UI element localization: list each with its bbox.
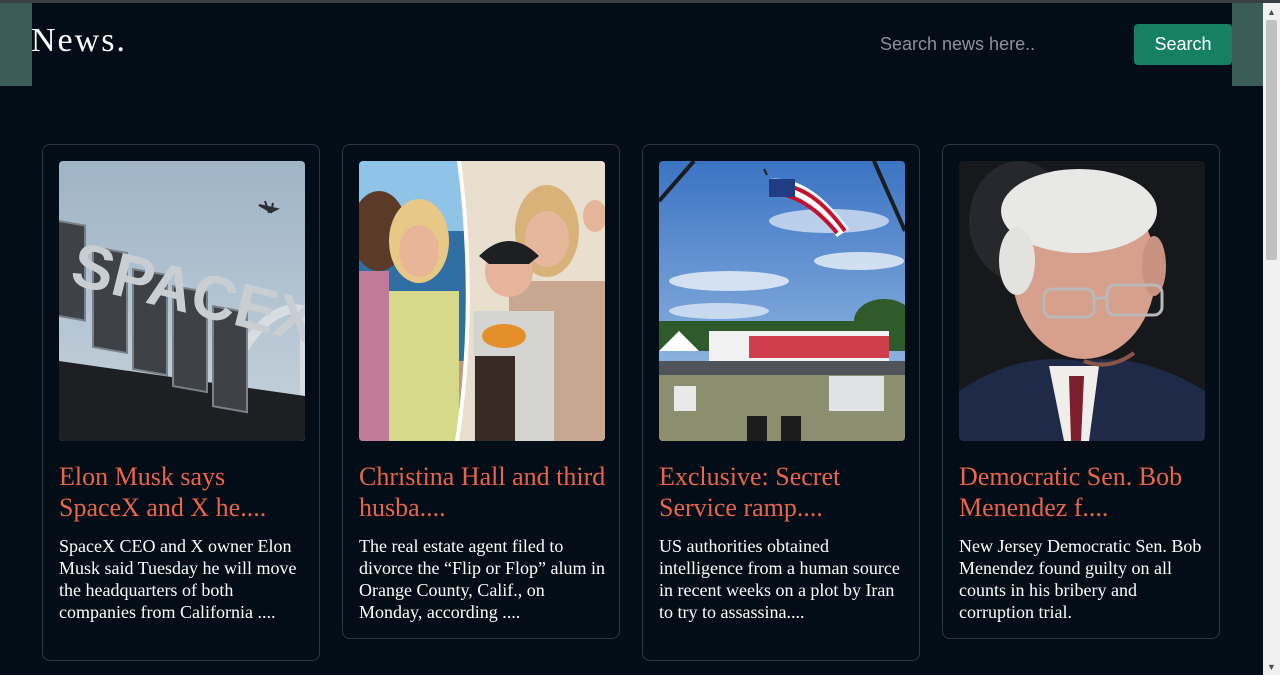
news-card[interactable]: Christina Hall and third husba.... The r…	[342, 144, 620, 639]
vertical-scrollbar[interactable]: ▲ ▼	[1263, 3, 1280, 675]
news-card[interactable]: SPACEX Elon Musk says SpaceX and X he...…	[42, 144, 320, 661]
search-input[interactable]	[868, 26, 1118, 62]
top-border	[0, 0, 1280, 3]
search-button[interactable]: Search	[1134, 24, 1232, 65]
scroll-up-arrow-icon[interactable]: ▲	[1263, 3, 1280, 20]
news-card-title[interactable]: Elon Musk says SpaceX and X he....	[59, 461, 309, 523]
news-card-description: New Jersey Democratic Sen. Bob Menendez …	[959, 536, 1202, 622]
header-side-panel-left	[0, 3, 32, 86]
news-card-title[interactable]: Exclusive: Secret Service ramp....	[659, 461, 909, 523]
scroll-down-arrow-icon[interactable]: ▼	[1263, 658, 1280, 675]
scrollbar-thumb[interactable]	[1266, 20, 1277, 260]
news-card-description: US authorities obtained intelligence fro…	[659, 536, 900, 622]
news-card-image[interactable]	[959, 161, 1205, 441]
news-page: News. Search news here.. Search SPACEX E…	[0, 0, 1280, 675]
news-card-description: SpaceX CEO and X owner Elon Musk said Tu…	[59, 536, 297, 622]
site-logo[interactable]: News.	[31, 22, 127, 60]
news-card[interactable]: Exclusive: Secret Service ramp.... US au…	[642, 144, 920, 661]
news-card-title[interactable]: Democratic Sen. Bob Menendez f....	[959, 461, 1209, 523]
news-card-image[interactable]	[359, 161, 605, 441]
news-card[interactable]: Democratic Sen. Bob Menendez f.... New J…	[942, 144, 1220, 639]
news-card-image[interactable]	[659, 161, 905, 441]
header-side-panel-right	[1232, 3, 1263, 86]
news-card-image[interactable]: SPACEX	[59, 161, 305, 441]
news-card-description: The real estate agent filed to divorce t…	[359, 536, 605, 622]
news-card-title[interactable]: Christina Hall and third husba....	[359, 461, 609, 523]
